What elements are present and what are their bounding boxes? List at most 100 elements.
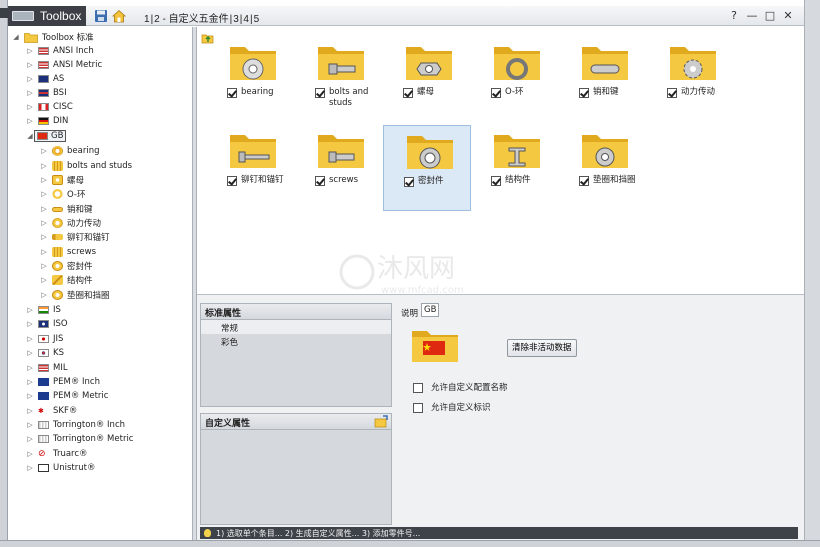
tree-item-is[interactable]: ▷ IS: [26, 303, 61, 317]
tree-item-ks[interactable]: ▷ KS: [26, 346, 64, 360]
step-4-link[interactable]: 4: [242, 14, 250, 25]
tree-item-cisc[interactable]: ▷ CISC: [26, 100, 72, 114]
tree-item-torrington-metric[interactable]: ▷ Torrington® Metric: [26, 432, 133, 446]
tree-child-bolts[interactable]: ▷ bolts and studs: [40, 159, 132, 173]
expand-arrow-icon[interactable]: ▷: [40, 162, 48, 170]
step-5-link[interactable]: 5: [253, 14, 261, 25]
category-item-screw[interactable]: screws: [295, 125, 383, 211]
category-checkbox[interactable]: [404, 177, 414, 187]
expand-arrow-icon[interactable]: ▷: [40, 176, 48, 184]
category-item-bearing[interactable]: bearing: [207, 37, 295, 123]
tree-child-screws[interactable]: ▷ screws: [40, 245, 96, 259]
collapse-arrow-icon[interactable]: ◢: [12, 33, 20, 41]
category-checkbox[interactable]: [315, 176, 325, 186]
tree-item-din[interactable]: ▷ DIN: [26, 114, 68, 128]
tree-item-pem-metric[interactable]: ▷ PEM® Metric: [26, 389, 108, 403]
expand-arrow-icon[interactable]: ▷: [40, 291, 48, 299]
tree-child-seals[interactable]: ▷ 密封件: [40, 259, 93, 273]
expand-arrow-icon[interactable]: ▷: [26, 306, 34, 314]
category-item-beam[interactable]: 结构件: [471, 125, 559, 211]
tree-item-gb[interactable]: ◢ GB: [26, 129, 67, 143]
tree-child-rivets[interactable]: ▷ 铆钉和锚钉: [40, 230, 109, 244]
expand-arrow-icon[interactable]: ▷: [26, 89, 34, 97]
tree-item-ansi-inch[interactable]: ▷ ANSI Inch: [26, 44, 93, 58]
tree-item-torrington-inch[interactable]: ▷ Torrington® Inch: [26, 418, 125, 432]
expand-arrow-icon[interactable]: ▷: [26, 103, 34, 111]
category-item-o-ring[interactable]: O-环: [471, 37, 559, 123]
tree-child-structural[interactable]: ▷ 结构件: [40, 273, 93, 287]
expand-arrow-icon[interactable]: ▷: [26, 349, 34, 357]
expand-arrow-icon[interactable]: ▷: [26, 335, 34, 343]
allow-custom-id-checkbox[interactable]: [413, 402, 423, 413]
expand-arrow-icon[interactable]: ▷: [26, 117, 34, 125]
expand-arrow-icon[interactable]: ▷: [26, 435, 34, 443]
minimize-button[interactable]: —: [746, 9, 758, 23]
add-property-icon[interactable]: [374, 415, 388, 428]
tree-child-washers[interactable]: ▷ 垫圈和挡圈: [40, 288, 110, 302]
tree-child-o-ring[interactable]: ▷ O-环: [40, 187, 86, 201]
expand-arrow-icon[interactable]: ▷: [40, 233, 48, 241]
tree-item-mil[interactable]: ▷ MIL: [26, 361, 67, 375]
category-checkbox[interactable]: [667, 88, 677, 98]
expand-arrow-icon[interactable]: ▷: [26, 392, 34, 400]
category-item-seal[interactable]: 密封件: [383, 125, 471, 211]
expand-arrow-icon[interactable]: ▷: [26, 464, 34, 472]
expand-arrow-icon[interactable]: ▷: [26, 364, 34, 372]
expand-arrow-icon[interactable]: ▷: [26, 75, 34, 83]
tree-child-pins-keys[interactable]: ▷ 销和键: [40, 202, 92, 216]
expand-arrow-icon[interactable]: ▷: [26, 421, 34, 429]
tree-item-skf[interactable]: ▷ ✱ SKF®: [26, 404, 77, 418]
tree-item-unistrut[interactable]: ▷ Unistrut®: [26, 461, 95, 475]
expand-arrow-icon[interactable]: ▷: [40, 147, 48, 155]
expand-arrow-icon[interactable]: ▷: [26, 450, 34, 458]
category-item-pin[interactable]: 销和键: [559, 37, 647, 123]
expand-arrow-icon[interactable]: ▷: [26, 320, 34, 328]
tree-item-jis[interactable]: ▷ JIS: [26, 332, 63, 346]
category-item-rivet[interactable]: 铆钉和锚钉: [207, 125, 295, 211]
help-button[interactable]: ?: [728, 9, 740, 23]
close-button[interactable]: ✕: [782, 9, 794, 23]
tree-child-power-transmission[interactable]: ▷ 动力传动: [40, 216, 101, 230]
tree-item-bsi[interactable]: ▷ BSI: [26, 86, 66, 100]
category-item-bolt[interactable]: bolts and studs: [295, 37, 383, 123]
category-item-gear[interactable]: 动力传动: [647, 37, 735, 123]
expand-arrow-icon[interactable]: ▷: [40, 276, 48, 284]
category-checkbox[interactable]: [579, 88, 589, 98]
gb-selected-box[interactable]: GB: [34, 130, 67, 142]
expand-arrow-icon[interactable]: ▷: [26, 378, 34, 386]
tree-item-truarc[interactable]: ▷ ⊘ Truarc®: [26, 447, 87, 461]
expand-arrow-icon[interactable]: ▷: [26, 407, 34, 415]
category-item-nut[interactable]: 螺母: [383, 37, 471, 123]
tree-child-nut[interactable]: ▷ 螺母: [40, 173, 84, 187]
expand-arrow-icon[interactable]: ▷: [40, 205, 48, 213]
tree-item-as[interactable]: ▷ AS: [26, 72, 64, 86]
category-checkbox[interactable]: [491, 88, 501, 98]
allow-custom-config-name-option[interactable]: 允许自定义配置名称: [413, 381, 508, 393]
collapse-arrow-icon[interactable]: ◢: [26, 132, 34, 140]
expand-arrow-icon[interactable]: ▷: [40, 248, 48, 256]
tree-item-iso[interactable]: ▷ ISO: [26, 317, 67, 331]
category-item-washer[interactable]: 垫圈和挡圈: [559, 125, 647, 211]
allow-custom-config-name-checkbox[interactable]: [413, 382, 423, 393]
property-row-color[interactable]: 彩色: [201, 334, 391, 348]
step-3-link[interactable]: 3: [232, 14, 240, 25]
expand-arrow-icon[interactable]: ▷: [40, 219, 48, 227]
category-checkbox[interactable]: [315, 88, 325, 98]
tree-item-pem-inch[interactable]: ▷ PEM® Inch: [26, 375, 100, 389]
category-checkbox[interactable]: [491, 176, 501, 186]
home-icon[interactable]: [112, 9, 126, 23]
allow-custom-id-option[interactable]: 允许自定义标识: [413, 401, 491, 413]
save-icon[interactable]: [94, 9, 108, 23]
restore-button[interactable]: □: [764, 9, 776, 23]
step-1-link[interactable]: 1: [143, 14, 151, 25]
clear-inactive-data-button[interactable]: 清除非活动数据: [507, 339, 577, 357]
standards-tree[interactable]: ◢ Toolbox 标准 ▷ ANSI Inch ▷ ANSI Metric ▷…: [8, 27, 193, 540]
step-2-link[interactable]: 2 - 自定义五金件: [153, 14, 229, 25]
tree-item-ansi-metric[interactable]: ▷ ANSI Metric: [26, 58, 102, 72]
tree-child-bearing[interactable]: ▷ bearing: [40, 144, 99, 158]
category-checkbox[interactable]: [579, 176, 589, 186]
tree-root[interactable]: ◢ Toolbox 标准: [12, 30, 94, 44]
expand-arrow-icon[interactable]: ▷: [40, 190, 48, 198]
category-checkbox[interactable]: [227, 88, 237, 98]
category-checkbox[interactable]: [403, 88, 413, 98]
